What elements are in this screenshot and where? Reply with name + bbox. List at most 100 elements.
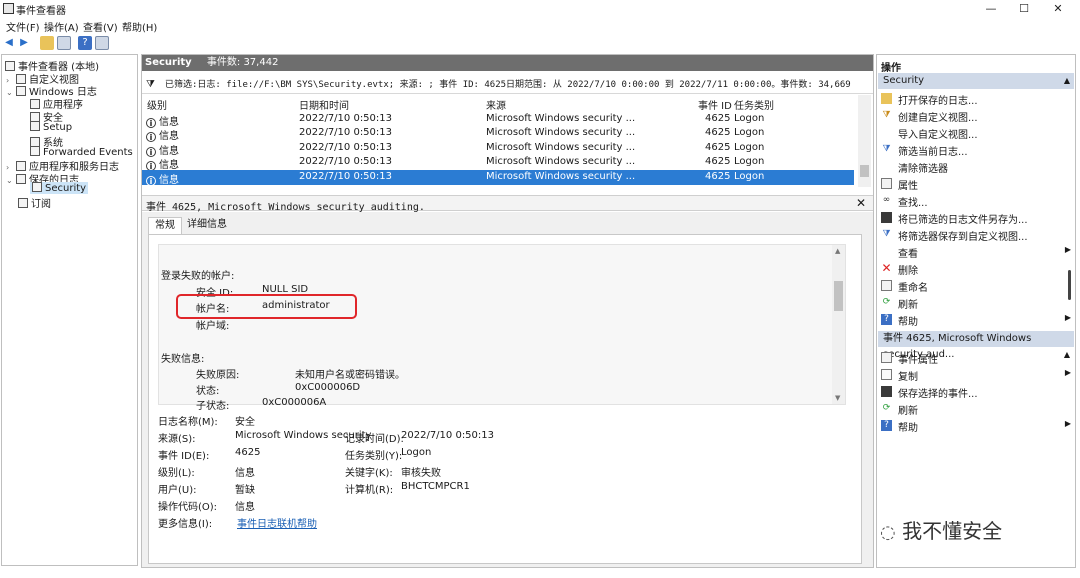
action-help[interactable]: ? 帮助 ▶ — [878, 311, 1074, 328]
user-label: 用户(U): — [158, 485, 197, 496]
table-row[interactable]: i 信息 2022/7/10 0:50:13 Microsoft Windows … — [142, 155, 854, 171]
tree-subscriptions[interactable]: 订阅 — [18, 195, 51, 210]
online-help-link[interactable]: 事件日志联机帮助 — [237, 515, 317, 530]
menu-help[interactable]: 帮助(H) — [122, 19, 157, 34]
menu-view[interactable]: 查看(V) — [83, 19, 118, 34]
col-event-id[interactable]: 事件 ID — [698, 97, 732, 112]
tree-item-saved-security[interactable]: Security — [30, 182, 89, 194]
copy-icon — [881, 369, 892, 380]
menu-bar: 文件(F) 操作(A) 查看(V) 帮助(H) — [0, 18, 1080, 34]
menu-action[interactable]: 操作(A) — [44, 19, 79, 34]
scroll-up-icon[interactable]: ▲ — [835, 247, 840, 255]
resize-handle[interactable] — [1068, 270, 1071, 300]
action-create-custom-view[interactable]: ⧩ 创建自定义视图... — [878, 107, 1074, 124]
level-value: 信息 — [235, 468, 255, 479]
scrollbar-thumb[interactable] — [834, 281, 843, 311]
col-source[interactable]: 来源 — [486, 97, 506, 112]
binoculars-icon: ∞ — [882, 195, 891, 205]
open-folder-icon — [881, 93, 892, 104]
forward-arrow-icon[interactable]: ▶ — [17, 36, 31, 50]
action-view[interactable]: 查看 ▶ — [878, 243, 1074, 260]
chevron-down-icon[interactable]: ⌄ — [6, 88, 16, 97]
help-icon[interactable]: ? — [78, 36, 92, 50]
tree-item-setup[interactable]: Setup — [30, 121, 72, 133]
scroll-down-icon[interactable]: ▼ — [835, 394, 840, 402]
col-level[interactable]: 级别 — [147, 97, 167, 112]
action-refresh[interactable]: ⟳ 刷新 — [878, 294, 1074, 311]
toolbar: ◀ ▶ ? — [0, 34, 1080, 53]
filter-create-icon: ⧩ — [882, 110, 891, 120]
event-list: 级别 日期和时间 来源 事件 ID 任务类别 i 信息 2022/7/10 0:5… — [142, 95, 873, 187]
menu-file[interactable]: 文件(F) — [6, 19, 40, 34]
chevron-down-icon[interactable]: ⌄ — [6, 176, 16, 185]
submenu-arrow-icon: ▶ — [1064, 419, 1071, 428]
task-value: Logon — [401, 447, 432, 458]
log-name: Security — [145, 57, 192, 68]
action-properties[interactable]: 属性 — [878, 175, 1074, 192]
minimize-button[interactable]: — — [975, 0, 1007, 18]
console-tree-icon[interactable] — [57, 36, 71, 50]
properties-icon — [881, 178, 892, 189]
action-clear-filter[interactable]: 清除筛选器 — [878, 158, 1074, 175]
action-refresh-event[interactable]: ⟳ 刷新 — [878, 400, 1074, 417]
table-row-selected[interactable]: i 信息 2022/7/10 0:50:13 Microsoft Windows … — [142, 170, 854, 186]
logged-value: 2022/7/10 0:50:13 — [401, 430, 495, 441]
maximize-button[interactable]: ☐ — [1008, 0, 1040, 18]
event-count: 事件数: 37,442 — [206, 57, 279, 68]
table-row[interactable]: i 信息 2022/7/10 0:50:13 Microsoft Windows … — [142, 126, 854, 142]
wechat-logo-icon: ◌ — [880, 522, 896, 543]
highlight-box — [176, 294, 357, 319]
col-datetime[interactable]: 日期和时间 — [299, 97, 349, 112]
reason-label: 失败原因: — [196, 370, 240, 381]
action-event-properties[interactable]: 事件属性 — [878, 349, 1074, 366]
source-label: 来源(S): — [158, 434, 196, 445]
action-help-event[interactable]: ? 帮助 ▶ — [878, 417, 1074, 434]
actions-section-event[interactable]: 事件 4625, Microsoft Windows security aud.… — [878, 331, 1074, 360]
log-icon — [30, 99, 40, 109]
actions-header: 操作 — [881, 59, 901, 74]
action-rename[interactable]: 重命名 — [878, 277, 1074, 294]
detail-header: 事件 4625, Microsoft Windows security audi… — [142, 195, 873, 213]
event-id-label: 事件 ID(E): — [158, 451, 210, 462]
log-header: Security 事件数: 37,442 — [142, 55, 873, 71]
filter-text: 已筛选:日志: file://F:\BM SYS\Security.evtx; … — [164, 80, 851, 90]
help-icon: ? — [881, 420, 892, 431]
tab-general[interactable]: 常规 — [148, 217, 182, 234]
status-value: 0xC000006D — [295, 382, 361, 393]
close-button[interactable]: ✕ — [1042, 0, 1074, 18]
action-open-saved-log[interactable]: 打开保存的日志... — [878, 90, 1074, 107]
title-bar: 事件查看器 — ☐ ✕ — [0, 0, 1080, 18]
logged-label: 记录时间(D): — [345, 434, 404, 445]
general-tab-content: 登录失败的帐户: 安全 ID: NULL SID 帐户名: administra… — [148, 234, 862, 564]
log-icon — [30, 146, 40, 156]
table-row[interactable]: i 信息 2022/7/10 0:50:13 Microsoft Windows … — [142, 141, 854, 157]
folder-up-icon[interactable] — [40, 36, 54, 50]
action-save-filter-to-view[interactable]: ⧩ 将筛选器保存到自定义视图... — [878, 226, 1074, 243]
save-filter-icon: ⧩ — [882, 229, 891, 239]
close-detail-icon[interactable]: ✕ — [856, 196, 866, 210]
action-delete[interactable]: ✕ 删除 — [878, 260, 1074, 277]
scrollbar-thumb[interactable] — [860, 165, 869, 177]
collapse-icon[interactable]: ▲ — [1064, 73, 1070, 89]
action-copy[interactable]: 复制 ▶ — [878, 366, 1074, 383]
description-scrollbar[interactable]: ▲ ▼ — [832, 245, 845, 404]
col-task-category[interactable]: 任务类别 — [734, 97, 774, 112]
action-save-filtered-log[interactable]: 将已筛选的日志文件另存为... — [878, 209, 1074, 226]
table-row[interactable]: i 信息 2022/7/10 0:50:13 Microsoft Windows … — [142, 112, 854, 128]
tab-details[interactable]: 详细信息 — [181, 217, 233, 234]
action-save-selected-events[interactable]: 保存选择的事件... — [878, 383, 1074, 400]
window-title: 事件查看器 — [16, 6, 66, 17]
substatus-label: 子状态: — [196, 401, 230, 412]
actions-section-log[interactable]: Security ▲ — [878, 73, 1074, 89]
action-find[interactable]: ∞ 查找... — [878, 192, 1074, 209]
status-label: 状态: — [196, 386, 220, 397]
description-box: 登录失败的帐户: 安全 ID: NULL SID 帐户名: administra… — [158, 244, 846, 412]
action-filter-current-log[interactable]: ⧩ 筛选当前日志... — [878, 141, 1074, 158]
event-viewer-app-icon — [3, 3, 14, 14]
action-pane-icon[interactable] — [95, 36, 109, 50]
action-import-custom-view[interactable]: 导入自定义视图... — [878, 124, 1074, 141]
computer-label: 计算机(R): — [345, 485, 394, 496]
event-list-scrollbar[interactable] — [858, 95, 871, 187]
tree-item-forwarded-events[interactable]: Forwarded Events — [30, 146, 133, 158]
back-arrow-icon[interactable]: ◀ — [2, 36, 16, 50]
